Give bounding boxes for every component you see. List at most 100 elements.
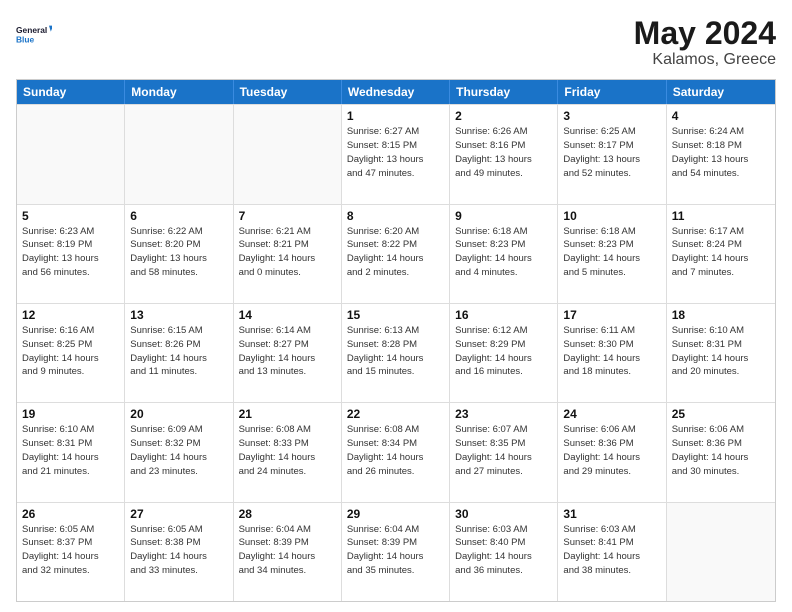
cell-line: Sunrise: 6:13 AM: [347, 325, 444, 338]
cell-line: Daylight: 14 hours: [239, 353, 336, 366]
day-cell-18: 18Sunrise: 6:10 AMSunset: 8:31 PMDayligh…: [667, 304, 775, 402]
cell-line: Daylight: 14 hours: [22, 452, 119, 465]
cell-line: Daylight: 14 hours: [672, 353, 770, 366]
cell-line: Sunrise: 6:08 AM: [239, 424, 336, 437]
cell-line: Sunrise: 6:11 AM: [563, 325, 660, 338]
day-number: 16: [455, 308, 552, 322]
cell-line: Sunrise: 6:23 AM: [22, 226, 119, 239]
day-cell-21: 21Sunrise: 6:08 AMSunset: 8:33 PMDayligh…: [234, 403, 342, 501]
cell-line: and 47 minutes.: [347, 168, 444, 181]
cell-line: and 27 minutes.: [455, 466, 552, 479]
cell-line: and 23 minutes.: [130, 466, 227, 479]
day-number: 4: [672, 109, 770, 123]
cell-line: Sunrise: 6:20 AM: [347, 226, 444, 239]
cell-line: Daylight: 14 hours: [347, 253, 444, 266]
cell-line: and 30 minutes.: [672, 466, 770, 479]
cell-line: Sunrise: 6:05 AM: [22, 524, 119, 537]
page: General Blue May 2024 Kalamos, Greece Su…: [0, 0, 792, 612]
day-number: 6: [130, 209, 227, 223]
cell-line: Sunrise: 6:22 AM: [130, 226, 227, 239]
cell-line: Sunrise: 6:09 AM: [130, 424, 227, 437]
header-day-monday: Monday: [125, 80, 233, 104]
cell-line: Daylight: 14 hours: [130, 452, 227, 465]
cell-line: and 5 minutes.: [563, 267, 660, 280]
cell-line: Sunset: 8:25 PM: [22, 339, 119, 352]
cell-line: Daylight: 13 hours: [22, 253, 119, 266]
day-number: 25: [672, 407, 770, 421]
cell-line: Daylight: 14 hours: [455, 253, 552, 266]
cell-line: Sunset: 8:31 PM: [672, 339, 770, 352]
day-cell-30: 30Sunrise: 6:03 AMSunset: 8:40 PMDayligh…: [450, 503, 558, 601]
day-cell-7: 7Sunrise: 6:21 AMSunset: 8:21 PMDaylight…: [234, 205, 342, 303]
day-cell-19: 19Sunrise: 6:10 AMSunset: 8:31 PMDayligh…: [17, 403, 125, 501]
cell-line: Daylight: 13 hours: [563, 154, 660, 167]
day-number: 24: [563, 407, 660, 421]
day-cell-28: 28Sunrise: 6:04 AMSunset: 8:39 PMDayligh…: [234, 503, 342, 601]
day-number: 14: [239, 308, 336, 322]
cell-line: Sunrise: 6:12 AM: [455, 325, 552, 338]
cell-line: and 35 minutes.: [347, 565, 444, 578]
cell-line: and 9 minutes.: [22, 366, 119, 379]
cell-line: Sunset: 8:41 PM: [563, 537, 660, 550]
title-block: May 2024 Kalamos, Greece: [634, 16, 776, 69]
cell-line: and 4 minutes.: [455, 267, 552, 280]
day-number: 11: [672, 209, 770, 223]
cell-line: Daylight: 14 hours: [347, 551, 444, 564]
day-number: 26: [22, 507, 119, 521]
cell-line: Sunrise: 6:16 AM: [22, 325, 119, 338]
header-day-sunday: Sunday: [17, 80, 125, 104]
cell-line: Sunrise: 6:06 AM: [672, 424, 770, 437]
header-day-friday: Friday: [558, 80, 666, 104]
day-cell-9: 9Sunrise: 6:18 AMSunset: 8:23 PMDaylight…: [450, 205, 558, 303]
day-cell-8: 8Sunrise: 6:20 AMSunset: 8:22 PMDaylight…: [342, 205, 450, 303]
header-day-saturday: Saturday: [667, 80, 775, 104]
day-number: 27: [130, 507, 227, 521]
day-number: 12: [22, 308, 119, 322]
cell-line: Sunset: 8:36 PM: [672, 438, 770, 451]
main-title: May 2024: [634, 16, 776, 51]
day-cell-26: 26 Sunrise: 6:05 AMSunset: 8:37 PMDayligh…: [17, 503, 125, 601]
cell-line: and 13 minutes.: [239, 366, 336, 379]
cell-line: and 15 minutes.: [347, 366, 444, 379]
cell-line: Daylight: 13 hours: [672, 154, 770, 167]
cell-line: Sunset: 8:21 PM: [239, 239, 336, 252]
cell-line: Sunset: 8:22 PM: [347, 239, 444, 252]
day-cell-16: 16 Sunrise: 6:12 AMSunset: 8:29 PMDayligh…: [450, 304, 558, 402]
cell-line: Daylight: 14 hours: [22, 353, 119, 366]
header: General Blue May 2024 Kalamos, Greece: [16, 16, 776, 69]
day-cell-20: 20Sunrise: 6:09 AMSunset: 8:32 PMDayligh…: [125, 403, 233, 501]
day-cell-3: 3Sunrise: 6:25 AMSunset: 8:17 PMDaylight…: [558, 105, 666, 203]
cell-line: and 36 minutes.: [455, 565, 552, 578]
day-cell-12: 12 Sunrise: 6:16 AMSunset: 8:25 PMDayligh…: [17, 304, 125, 402]
day-cell-10: 10Sunrise: 6:18 AMSunset: 8:23 PMDayligh…: [558, 205, 666, 303]
cell-line: Sunset: 8:26 PM: [130, 339, 227, 352]
day-cell-23: 23Sunrise: 6:07 AMSunset: 8:35 PMDayligh…: [450, 403, 558, 501]
cell-line: Sunrise: 6:10 AM: [672, 325, 770, 338]
cell-line: Daylight: 14 hours: [22, 551, 119, 564]
header-day-thursday: Thursday: [450, 80, 558, 104]
subtitle: Kalamos, Greece: [634, 51, 776, 69]
cell-line: Daylight: 13 hours: [347, 154, 444, 167]
cell-line: Sunrise: 6:18 AM: [563, 226, 660, 239]
day-cell-11: 11Sunrise: 6:17 AMSunset: 8:24 PMDayligh…: [667, 205, 775, 303]
cell-line: Sunset: 8:27 PM: [239, 339, 336, 352]
empty-cell: [667, 503, 775, 601]
cell-line: Sunrise: 6:03 AM: [455, 524, 552, 537]
day-number: 1: [347, 109, 444, 123]
cell-line: Sunrise: 6:04 AM: [347, 524, 444, 537]
day-number: 3: [563, 109, 660, 123]
calendar-row: 26Sunrise: 6:05 AMSunset: 8:37 PMDayligh…: [17, 502, 775, 601]
cell-line: Daylight: 14 hours: [239, 253, 336, 266]
cell-line: Daylight: 14 hours: [672, 253, 770, 266]
cell-line: Daylight: 14 hours: [563, 353, 660, 366]
cell-line: Sunset: 8:37 PM: [22, 537, 119, 550]
cell-line: Daylight: 14 hours: [130, 551, 227, 564]
cell-line: and 33 minutes.: [130, 565, 227, 578]
day-cell-15: 15Sunrise: 6:13 AMSunset: 8:28 PMDayligh…: [342, 304, 450, 402]
cell-line: Sunset: 8:35 PM: [455, 438, 552, 451]
day-cell-17: 17Sunrise: 6:11 AMSunset: 8:30 PMDayligh…: [558, 304, 666, 402]
cell-line: Sunset: 8:29 PM: [455, 339, 552, 352]
day-number: 2: [455, 109, 552, 123]
cell-line: Daylight: 14 hours: [455, 353, 552, 366]
day-cell-6: 6Sunrise: 6:22 AMSunset: 8:20 PMDaylight…: [125, 205, 233, 303]
